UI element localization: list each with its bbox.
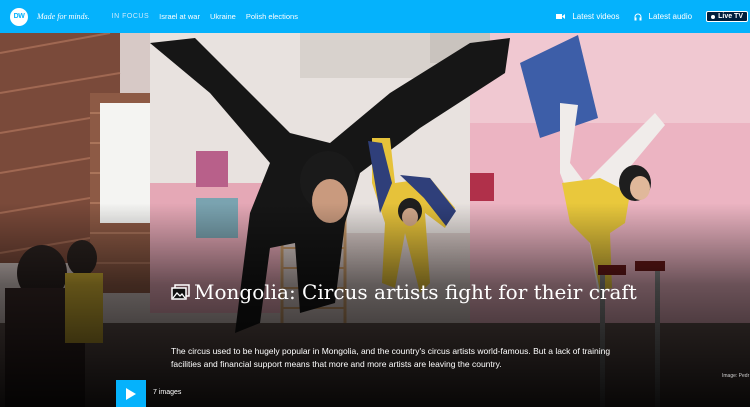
- nav-link-israel-at-war[interactable]: Israel at war: [159, 12, 200, 21]
- image-count: 7 images: [153, 389, 182, 396]
- hero-title: Mongolia: Circus artists fight for their…: [194, 280, 637, 304]
- hero-teaser[interactable]: Mongolia: Circus artists fight for their…: [0, 33, 750, 407]
- hero-teaser-text: The circus used to be hugely popular in …: [171, 346, 611, 369]
- hero-headline-link[interactable]: Mongolia: Circus artists fight for their…: [171, 279, 641, 306]
- live-tv-button[interactable]: Live TV: [706, 11, 748, 22]
- image-credit: Image: Pedr: [722, 373, 750, 379]
- logo-text: DW: [13, 13, 25, 20]
- play-icon: [126, 387, 136, 400]
- live-dot-icon: [711, 14, 716, 19]
- latest-videos-label: Latest videos: [572, 12, 620, 21]
- in-focus-label: IN FOCUS: [111, 13, 150, 20]
- gallery-icon: [171, 284, 190, 300]
- latest-audio-link[interactable]: Latest audio: [634, 12, 693, 21]
- live-tv-label: Live TV: [718, 13, 743, 20]
- video-icon: [556, 14, 566, 19]
- headphones-icon: [634, 13, 641, 20]
- top-navigation-bar: DW Made for minds. IN FOCUS Israel at wa…: [0, 0, 750, 33]
- tagline: Made for minds.: [37, 12, 90, 21]
- nav-link-ukraine[interactable]: Ukraine: [210, 12, 236, 21]
- header-actions: Latest videos Latest audio Live TV: [556, 11, 750, 22]
- latest-audio-label: Latest audio: [648, 12, 693, 21]
- latest-videos-link[interactable]: Latest videos: [556, 12, 620, 21]
- play-gallery-button[interactable]: [116, 380, 146, 407]
- nav-link-polish-elections[interactable]: Polish elections: [246, 12, 298, 21]
- dw-logo[interactable]: DW: [10, 7, 28, 26]
